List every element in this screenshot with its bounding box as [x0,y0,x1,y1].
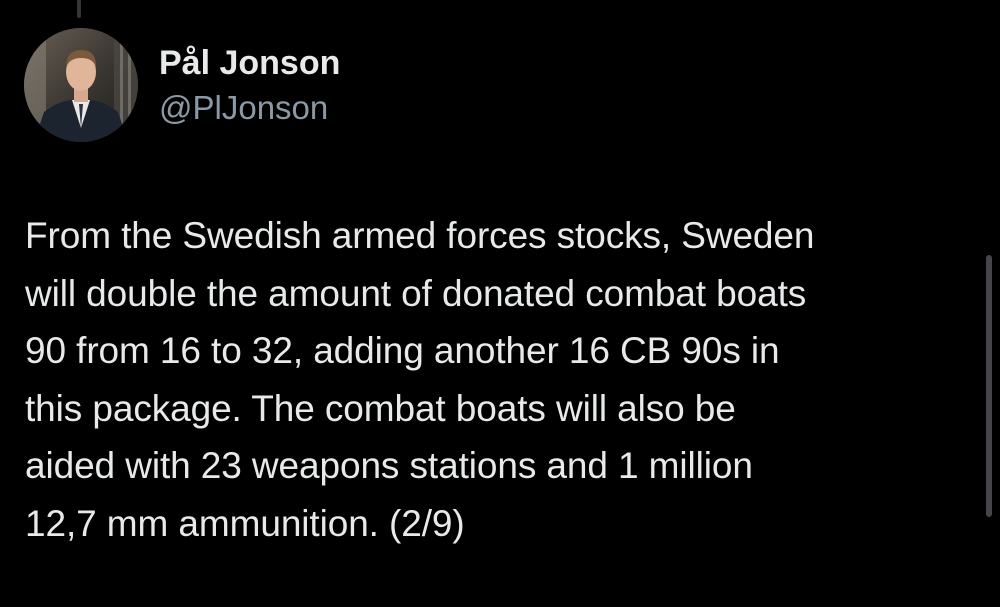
profile-photo-icon [24,28,138,142]
scrollbar-thumb[interactable] [986,255,992,517]
author-handle[interactable]: @PlJonson [159,86,340,130]
author-avatar[interactable] [24,28,138,142]
author-display-name[interactable]: Pål Jonson [159,40,340,86]
thread-connector-line [77,0,81,18]
tweet-author[interactable]: Pål Jonson @PlJonson [159,40,340,130]
tweet-text: From the Swedish armed forces stocks, Sw… [25,215,815,544]
